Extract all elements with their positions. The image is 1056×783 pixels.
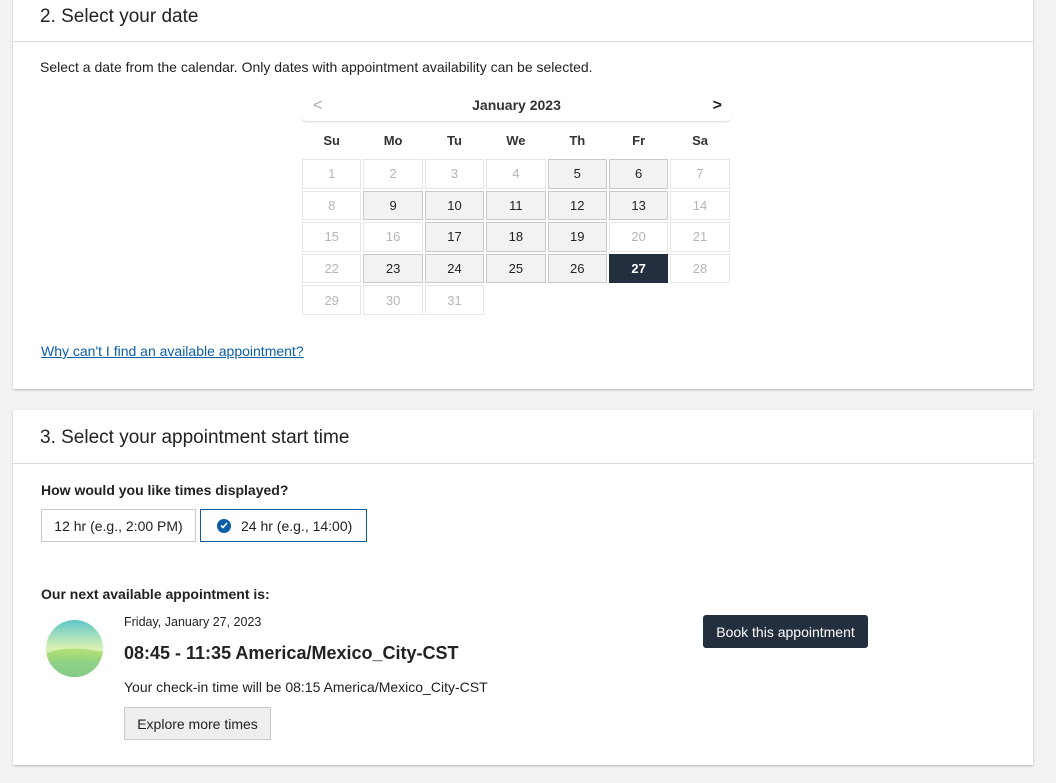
select-date-card: 2. Select your date Select a date from t…	[13, 0, 1033, 389]
date-instruction: Select a date from the calendar. Only da…	[40, 59, 593, 75]
time-section-title: 3. Select your appointment start time	[40, 427, 350, 448]
calendar-day-unavailable: 15	[302, 222, 362, 252]
checkin-time-text: Your check-in time will be 08:15 America…	[124, 679, 488, 695]
calendar-day-unavailable: 30	[363, 285, 423, 315]
calendar-day-available[interactable]: 23	[363, 253, 423, 284]
appointment-time: 08:45 - 11:35 America/Mexico_City-CST	[124, 643, 459, 663]
calendar-day-available[interactable]: 19	[547, 222, 607, 252]
calendar-day-available[interactable]: 5	[547, 159, 607, 189]
calendar-day-unavailable: 22	[302, 253, 362, 284]
time-format-12hr-label: 12 hr (e.g., 2:00 PM)	[54, 517, 183, 534]
calendar-day-unavailable: 16	[363, 222, 423, 252]
time-format-24hr-label: 24 hr (e.g., 14:00)	[241, 517, 353, 534]
calendar-day-unavailable: 14	[670, 190, 730, 221]
weekday-header: Sa	[692, 133, 708, 148]
weekday-header: Mo	[383, 133, 403, 148]
calendar-day-unavailable: 3	[424, 159, 485, 189]
calendar-day-selected[interactable]: 27	[608, 253, 669, 284]
calendar-day-available[interactable]: 26	[547, 253, 607, 284]
location-avatar	[46, 620, 103, 677]
book-appointment-button[interactable]: Book this appointment	[703, 615, 868, 648]
availability-help-link[interactable]: Why can't I find an available appointmen…	[41, 343, 304, 359]
time-format-24hr-option[interactable]: 24 hr (e.g., 14:00)	[200, 509, 367, 542]
time-format-question: How would you like times displayed?	[41, 482, 289, 498]
next-appointment-label: Our next available appointment is:	[41, 586, 270, 602]
calendar-day-available[interactable]: 9	[363, 190, 423, 221]
date-section-title: 2. Select your date	[40, 6, 199, 27]
divider	[13, 463, 1033, 464]
calendar-day-available[interactable]: 13	[608, 190, 669, 221]
calendar-day-available[interactable]: 18	[486, 222, 546, 252]
check-circle-icon	[217, 518, 231, 533]
calendar-day-available[interactable]: 10	[424, 190, 485, 221]
calendar-day-unavailable: 20	[608, 222, 669, 252]
weekday-header: Su	[323, 133, 340, 148]
calendar-day-unavailable: 2	[363, 159, 423, 189]
calendar-month-label: January 2023	[472, 97, 561, 113]
calendar-header: < January 2023 >	[301, 90, 732, 122]
next-month-button[interactable]: >	[713, 97, 722, 115]
calendar-day-unavailable: 1	[302, 159, 362, 189]
weekday-header: We	[506, 133, 526, 148]
calendar-day-unavailable: 8	[302, 190, 362, 221]
calendar-day-unavailable: 31	[424, 285, 485, 315]
appointment-date: Friday, January 27, 2023	[124, 615, 262, 629]
weekday-header: Tu	[447, 133, 462, 148]
calendar-day-unavailable: 29	[302, 285, 362, 315]
divider	[13, 41, 1033, 42]
calendar-day-available[interactable]: 25	[486, 253, 546, 284]
calendar-day-available[interactable]: 12	[547, 190, 607, 221]
calendar-day-unavailable: 21	[670, 222, 730, 252]
calendar-weekday-row: Su Mo Tu We Th Fr Sa	[301, 133, 732, 148]
weekday-header: Th	[569, 133, 586, 148]
calendar-day-unavailable: 7	[670, 159, 730, 189]
calendar-day-grid: 1 2 3 4 5 6 7 8 9 10 11 12 13 14 15 16 17 18 19 20 21 22 23 24 2…	[301, 158, 732, 316]
calendar: < January 2023 > Su Mo Tu We Th Fr Sa 12345678…	[301, 90, 732, 315]
select-time-card: 3. Select your appointment start time Ho…	[13, 410, 1033, 765]
calendar-day-available[interactable]: 24	[424, 253, 485, 284]
calendar-day-available[interactable]: 17	[424, 222, 485, 252]
explore-more-times-button[interactable]: Explore more times	[124, 707, 271, 740]
calendar-day-unavailable: 28	[670, 253, 730, 284]
calendar-day-unavailable: 4	[486, 159, 546, 189]
calendar-day-available[interactable]: 6	[608, 159, 669, 189]
calendar-day-available[interactable]: 11	[486, 190, 546, 221]
weekday-header: Fr	[632, 133, 646, 148]
time-format-12hr-option[interactable]: 12 hr (e.g., 2:00 PM)	[41, 509, 196, 542]
